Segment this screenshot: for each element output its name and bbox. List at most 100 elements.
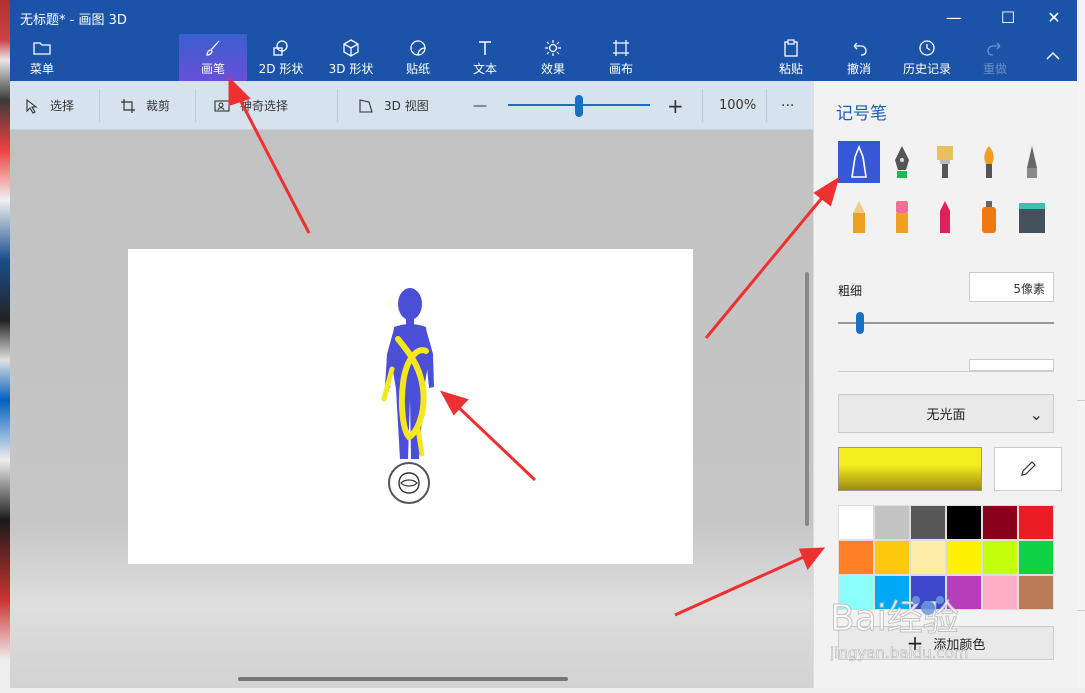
selection-toolbar: 选择 裁剪 神奇选择 3D 视图 — + 100% ··· [10,81,813,130]
pixel-pen-brush[interactable] [1011,141,1053,183]
color-swatch[interactable] [982,505,1018,540]
divider [702,89,703,122]
thickness-input[interactable]: 5像素 [969,272,1054,302]
spray-can-icon [982,201,996,233]
finish-dropdown[interactable]: 无光面 ⌄ [838,394,1054,433]
more-options-button[interactable]: ··· [781,81,794,130]
rotate-3d-button[interactable] [388,462,430,504]
eyedropper-icon [1021,461,1036,476]
chevron-down-icon: ⌄ [1029,405,1043,424]
close-button[interactable]: ✕ [1031,0,1077,34]
calligraphy-pen-brush[interactable] [881,141,923,183]
minimize-button[interactable]: — [931,0,977,34]
zoom-level[interactable]: 100% [719,81,756,130]
svg-text:jingyan.baidu.com: jingyan.baidu.com [830,644,968,662]
main-toolbar: 菜单 画笔 2D 形状 3D 形状 贴纸 文本 效果 画布 粘贴 撤消 历史记录… [10,34,1077,81]
brush-icon [206,40,220,56]
desktop-background-left [0,0,10,693]
history-icon [919,39,935,56]
magic-select-icon [214,99,230,112]
eraser-icon [896,201,908,233]
fill-bucket-icon [1019,203,1045,233]
divider [766,89,767,122]
divider [195,89,196,122]
tab-brushes[interactable]: 画笔 [179,34,247,81]
thickness-label: 粗细 [838,284,863,298]
color-swatch[interactable] [910,505,946,540]
oil-brush[interactable] [924,141,966,183]
view-3d-toggle[interactable]: 3D 视图 [358,81,429,130]
view-3d-icon [359,98,373,113]
canvas-icon [613,39,629,56]
tab-stickers[interactable]: 贴纸 [394,34,442,81]
shapes-2d-icon [273,39,288,56]
menu-button[interactable]: 菜单 [18,34,66,81]
crop-icon [121,98,135,113]
redo-button[interactable]: 重做 [971,34,1019,81]
maximize-button[interactable]: ☐ [985,0,1031,34]
color-swatch[interactable] [874,505,910,540]
magic-select-tool[interactable]: 神奇选择 [214,81,288,130]
pencil-brush[interactable] [838,196,880,238]
opacity-input[interactable] [969,359,1054,371]
tab-text[interactable]: 文本 [461,34,509,81]
figure-3d-model[interactable] [128,249,693,564]
oil-brush-icon [937,146,953,178]
baidu-jingyan-watermark: Bai经验 jingyan.baidu.com [829,570,1070,670]
selected-color-preview[interactable] [838,447,982,491]
vertical-scrollbar[interactable] [805,272,809,526]
clipboard-icon [784,38,798,57]
fill-bucket-brush[interactable] [1011,196,1053,238]
sticker-icon [410,39,426,56]
undo-icon [853,42,867,56]
crop-tool[interactable]: 裁剪 [120,81,170,130]
tab-3d-shapes[interactable]: 3D 形状 [320,34,382,81]
background-window-right [1077,0,1085,693]
select-tool[interactable]: 选择 [24,81,74,130]
collapse-toolbar-button[interactable] [1030,34,1076,81]
pencil-icon [853,201,865,233]
pixel-pen-icon [1027,146,1037,178]
zoom-in-button[interactable]: + [667,81,684,130]
crayon-brush[interactable] [924,196,966,238]
panel-title: 记号笔 [836,104,887,124]
undo-button[interactable]: 撤消 [835,34,883,81]
text-icon [479,40,491,55]
divider [337,89,338,122]
color-swatch[interactable] [1018,505,1054,540]
tab-2d-shapes[interactable]: 2D 形状 [250,34,312,81]
window-title: 无标题* - 画图 3D [20,13,127,28]
cube-icon [343,38,359,57]
spray-can-brush[interactable] [968,196,1010,238]
tab-canvas[interactable]: 画布 [597,34,645,81]
divider [838,371,1054,372]
watercolor-brush[interactable] [968,141,1010,183]
color-swatch[interactable] [838,505,874,540]
title-bar: 无标题* - 画图 3D — ☐ ✕ [10,0,1077,34]
taskbar-strip [0,688,1085,693]
folder-icon [33,41,51,55]
horizontal-scrollbar[interactable] [238,677,568,681]
history-button[interactable]: 历史记录 [894,34,960,81]
thickness-slider-track[interactable] [838,322,1054,324]
divider [1077,400,1085,401]
calligraphy-pen-icon [895,146,909,178]
drawing-canvas[interactable] [128,249,693,564]
divider [1077,610,1085,611]
rotate-icon [398,472,420,494]
crayon-icon [940,201,950,233]
thickness-slider-thumb[interactable] [856,312,865,334]
chevron-up-icon [1046,51,1060,60]
eraser-brush[interactable] [881,196,923,238]
svg-text:Bai经验: Bai经验 [830,598,959,639]
color-swatch[interactable] [946,505,982,540]
zoom-out-button[interactable]: — [473,81,487,130]
marker-brush[interactable] [838,141,880,183]
paste-button[interactable]: 粘贴 [767,34,815,81]
redo-icon [987,42,1001,56]
watercolor-icon [984,146,994,178]
tab-effects[interactable]: 效果 [529,34,577,81]
eyedropper-button[interactable] [994,447,1062,491]
sun-icon [545,39,561,56]
zoom-slider-thumb[interactable] [575,95,583,117]
